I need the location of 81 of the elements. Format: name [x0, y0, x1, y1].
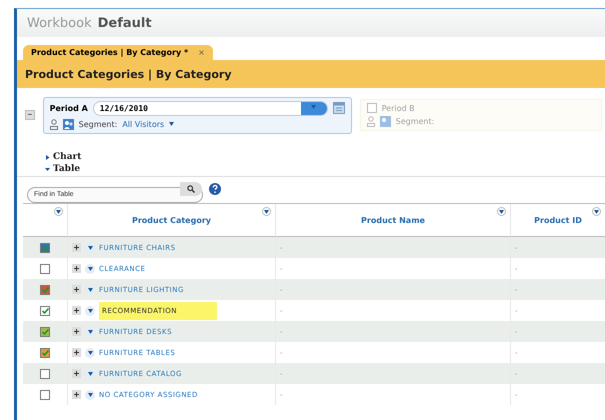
triangle-down-icon	[45, 166, 50, 172]
row-menu-button[interactable]	[85, 306, 95, 316]
plus-icon	[74, 392, 79, 397]
period-b-checkbox[interactable]	[366, 103, 377, 113]
dropdown-button[interactable]	[300, 102, 327, 114]
row-menu-button[interactable]	[85, 284, 95, 294]
plus-icon	[74, 371, 79, 376]
caret-icon	[88, 266, 92, 270]
calendar-icon[interactable]	[332, 102, 345, 114]
plus-icon	[74, 308, 79, 313]
help-icon[interactable]	[209, 183, 221, 195]
section-toggle[interactable]: Table	[45, 164, 605, 174]
expand-button[interactable]	[72, 285, 81, 294]
caret-icon	[88, 392, 92, 396]
caret-icon	[264, 210, 269, 214]
check-icon	[42, 244, 48, 250]
caret-icon	[88, 372, 92, 376]
search-button[interactable]	[180, 182, 202, 196]
sort-button[interactable]	[497, 207, 506, 216]
caret-icon	[88, 246, 92, 250]
expand-button[interactable]	[72, 369, 81, 378]
row-checkbox[interactable]	[40, 242, 50, 252]
expand-button[interactable]	[72, 390, 81, 399]
plus-icon	[74, 329, 79, 334]
segment-dropdown[interactable]: All Visitors	[122, 120, 164, 128]
people-icon	[62, 118, 74, 130]
period-a-label: Period A	[50, 104, 88, 112]
row-checkbox[interactable]	[40, 264, 50, 274]
person-icon	[50, 118, 58, 130]
caret-icon	[88, 308, 92, 312]
caret-icon	[88, 288, 92, 292]
plus-icon	[74, 245, 79, 250]
report-tab[interactable]: Product Categories | By Category * ×	[23, 45, 213, 60]
caret-icon	[311, 105, 316, 109]
window-title: Default	[98, 16, 152, 30]
triangle-right-icon	[45, 154, 50, 160]
people-icon	[380, 116, 391, 127]
check-icon	[42, 328, 48, 334]
person-icon	[366, 116, 375, 127]
expand-button[interactable]	[72, 327, 81, 336]
report-header: Product Categories | By Category	[17, 60, 605, 88]
section-toggle[interactable]: Chart	[45, 152, 605, 162]
segment-label: Segment:	[78, 120, 118, 128]
expand-button[interactable]	[72, 264, 81, 273]
plus-icon	[74, 266, 79, 271]
search-icon	[187, 185, 195, 193]
collapse-button[interactable]: −	[25, 110, 35, 120]
row-menu-button[interactable]	[85, 242, 95, 252]
segment-label: Segment:	[396, 117, 434, 126]
caret-icon	[56, 210, 61, 214]
row-menu-button[interactable]	[85, 368, 95, 378]
plus-icon	[74, 350, 79, 355]
sort-button[interactable]	[592, 207, 601, 216]
sort-button[interactable]	[262, 207, 271, 216]
workbook-label: Workbook	[27, 16, 92, 30]
caret-icon	[499, 210, 504, 214]
check-icon	[42, 286, 48, 292]
check-icon	[42, 308, 48, 314]
plus-icon	[74, 287, 79, 292]
date-field[interactable]: 12/16/2010	[92, 100, 328, 116]
row-menu-button[interactable]	[85, 264, 95, 274]
row-menu-button[interactable]	[85, 326, 95, 336]
close-icon[interactable]: ×	[198, 48, 205, 57]
row-menu-button[interactable]	[85, 348, 95, 358]
expand-button[interactable]	[72, 306, 81, 315]
row-menu-button[interactable]	[85, 390, 95, 400]
expand-button[interactable]	[72, 243, 81, 252]
expand-button[interactable]	[72, 348, 81, 357]
check-icon	[42, 350, 48, 356]
row-checkbox[interactable]	[40, 306, 50, 316]
caret-icon	[169, 122, 174, 126]
caret-icon	[88, 330, 92, 334]
row-checkbox[interactable]	[40, 390, 50, 400]
row-checkbox[interactable]	[40, 368, 50, 378]
period-b-label: Period B	[382, 104, 415, 112]
row-checkbox[interactable]	[40, 326, 50, 336]
row-checkbox[interactable]	[40, 284, 50, 294]
caret-icon	[594, 210, 599, 214]
caret-icon	[88, 350, 92, 354]
row-checkbox[interactable]	[40, 348, 50, 358]
sort-button[interactable]	[54, 207, 63, 216]
